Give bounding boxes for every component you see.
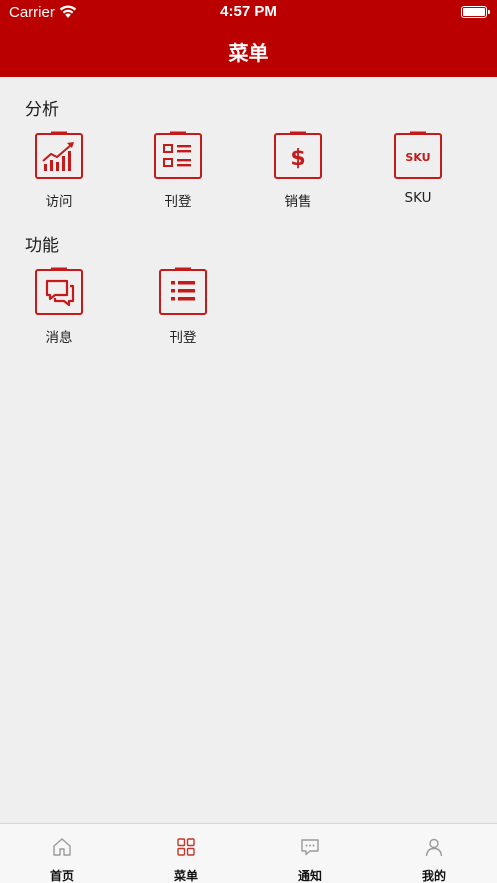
menu-item-label: SKU [404, 190, 432, 206]
section-title-functions: 功能 [25, 236, 59, 256]
menu-item-listing-2[interactable]: 刊登 [143, 267, 223, 357]
clock: 4:57 PM [220, 3, 277, 20]
menu-item-label: 刊登 [164, 194, 192, 210]
menu-item-sales[interactable]: $ 销售 [258, 131, 338, 221]
battery-icon [461, 6, 490, 18]
list-icon [159, 267, 207, 315]
tab-label: 我的 [421, 869, 446, 883]
tab-profile[interactable]: 我的 [372, 824, 496, 883]
menu-item-label: 消息 [45, 330, 73, 346]
tab-home[interactable]: 首页 [0, 824, 124, 883]
nav-header: Carrier 4:57 PM 菜单 [0, 0, 497, 77]
status-bar: Carrier 4:57 PM [0, 0, 497, 26]
user-icon [425, 838, 443, 857]
dollar-icon: $ [274, 131, 322, 179]
menu-item-messages[interactable]: 消息 [19, 267, 99, 357]
trend-chart-icon [35, 131, 83, 179]
grid-icon [177, 838, 195, 856]
menu-item-label: 刊登 [169, 330, 197, 346]
tab-label: 菜单 [173, 869, 198, 883]
checklist-icon [154, 131, 202, 179]
chat-icon [35, 267, 83, 315]
page-title: 菜单 [228, 41, 269, 65]
svg-text:$: $ [290, 146, 305, 171]
tab-label: 通知 [297, 869, 322, 883]
tab-bar: 首页 菜单 通知 我的 [0, 823, 497, 883]
sku-icon-text: SKU [405, 151, 430, 164]
tab-label: 首页 [49, 869, 74, 883]
menu-item-visits[interactable]: 访问 [19, 131, 99, 221]
tab-menu[interactable]: 菜单 [124, 824, 248, 883]
tab-notifications[interactable]: 通知 [248, 824, 372, 883]
menu-item-listing[interactable]: 刊登 [138, 131, 218, 221]
home-icon [53, 838, 71, 856]
sku-icon: SKU [394, 131, 442, 179]
section-title-analysis: 分析 [25, 100, 59, 120]
menu-item-label: 访问 [45, 194, 73, 210]
menu-item-sku[interactable]: SKU SKU [378, 131, 458, 221]
menu-item-label: 销售 [284, 194, 312, 210]
message-icon [301, 839, 319, 856]
